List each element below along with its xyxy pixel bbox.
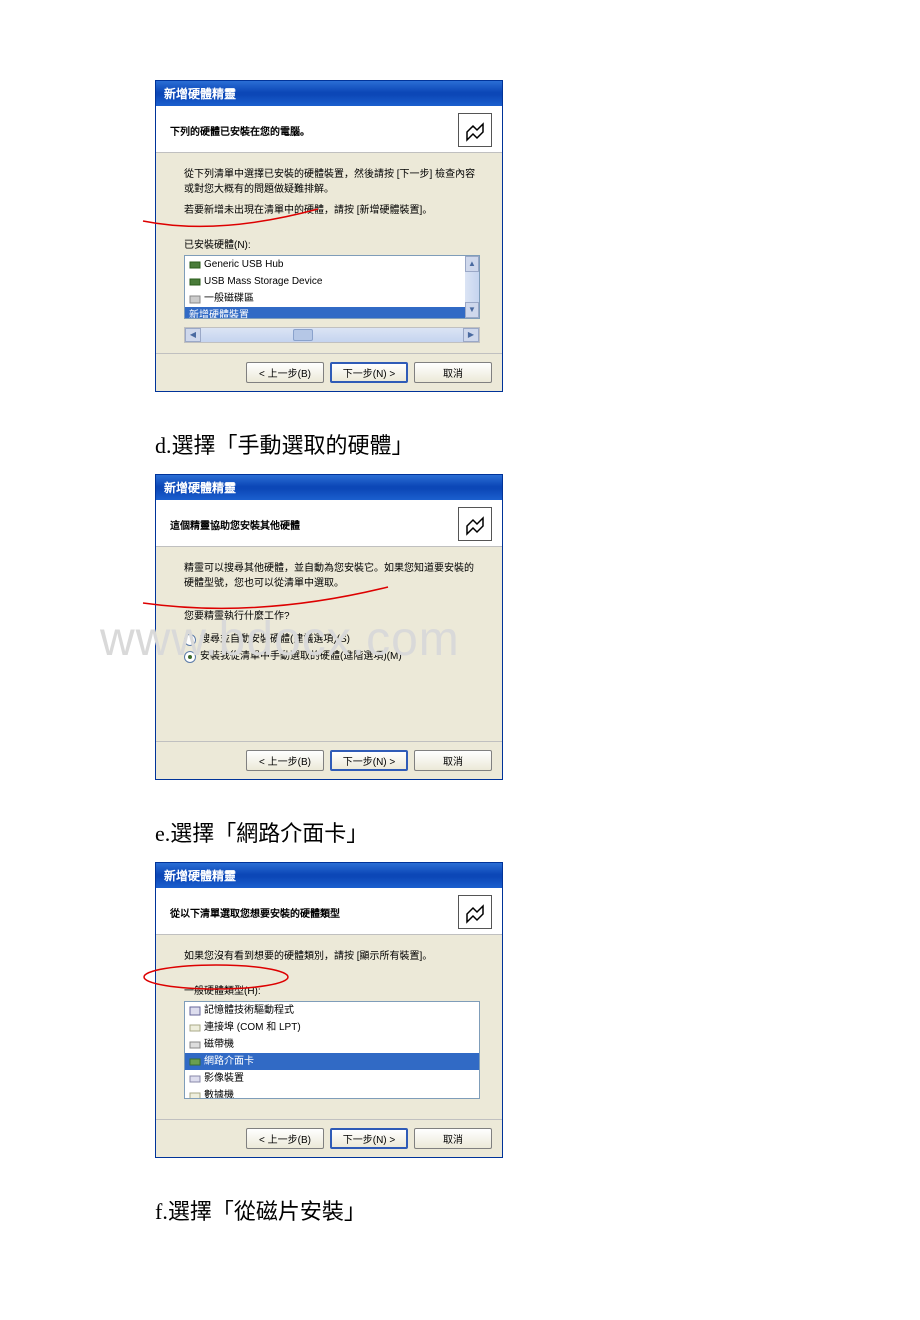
question-label: 您要精靈執行什麼工作? xyxy=(184,609,480,624)
hardware-icon xyxy=(458,507,492,541)
list-item[interactable]: 一般磁碟區 xyxy=(185,290,479,307)
wizard-header: 下列的硬體已安裝在您的電腦。 xyxy=(156,106,502,153)
scroll-right-icon[interactable]: ▶ xyxy=(463,328,479,342)
list-label: 已安裝硬體(N): xyxy=(184,238,480,253)
list-item[interactable]: 數據機 xyxy=(185,1087,479,1099)
instruction-1: 精靈可以搜尋其他硬體，並自動為您安裝它。如果您知道要安裝的硬體型號，您也可以從清… xyxy=(184,561,480,591)
memory-icon xyxy=(189,1005,201,1017)
back-button[interactable]: < 上一步(B) xyxy=(246,750,324,771)
list-item[interactable]: 影像裝置 xyxy=(185,1070,479,1087)
header-text: 下列的硬體已安裝在您的電腦。 xyxy=(170,123,310,138)
radio-label: 搜尋並自動安裝硬體(建議選項)(S) xyxy=(200,632,350,647)
port-icon xyxy=(189,1022,201,1034)
list-item-label: 磁帶機 xyxy=(204,1037,234,1052)
radio-icon xyxy=(184,651,196,663)
list-item[interactable]: 磁帶機 xyxy=(185,1036,479,1053)
wizard-header: 這個精靈協助您安裝其他硬體 xyxy=(156,500,502,547)
wizard-body: 從下列清單中選擇已安裝的硬體裝置，然後請按 [下一步] 檢查內容或對您大概有的問… xyxy=(156,153,502,353)
list-item-label: 一般磁碟區 xyxy=(204,291,254,306)
wizard-footer: < 上一步(B) 下一步(N) > 取消 xyxy=(156,1119,502,1157)
wizard-select-hardware-type: 新增硬體精靈 從以下清單選取您想要安裝的硬體類型 如果您沒有看到想要的硬體類別，… xyxy=(155,862,503,1158)
scroll-down-icon[interactable]: ▼ xyxy=(465,302,479,318)
list-item[interactable]: USB Mass Storage Device xyxy=(185,273,479,290)
list-item[interactable]: 記憶體技術驅動程式 xyxy=(185,1002,479,1019)
network-icon xyxy=(189,1056,201,1068)
wizard-installed-hardware: 新增硬體精靈 下列的硬體已安裝在您的電腦。 從下列清單中選擇已安裝的硬體裝置，然… xyxy=(155,80,503,392)
next-button[interactable]: 下一步(N) > xyxy=(330,362,408,383)
list-item-label: 記憶體技術驅動程式 xyxy=(204,1003,294,1018)
list-item[interactable]: Generic USB Hub xyxy=(185,256,479,273)
back-button[interactable]: < 上一步(B) xyxy=(246,362,324,383)
header-text: 從以下清單選取您想要安裝的硬體類型 xyxy=(170,905,340,920)
list-item-label: USB Mass Storage Device xyxy=(204,274,322,289)
list-item-label: 連接埠 (COM 和 LPT) xyxy=(204,1020,301,1035)
scroll-left-icon[interactable]: ◀ xyxy=(185,328,201,342)
imaging-icon xyxy=(189,1073,201,1085)
scroll-up-icon[interactable]: ▲ xyxy=(465,256,479,272)
hardware-icon xyxy=(458,895,492,929)
list-item-label: 數據機 xyxy=(204,1088,234,1099)
wizard-body: 精靈可以搜尋其他硬體，並自動為您安裝它。如果您知道要安裝的硬體型號，您也可以從清… xyxy=(156,547,502,741)
list-label: 一般硬體類型(H): xyxy=(184,984,480,999)
disk-icon xyxy=(189,293,201,305)
back-button[interactable]: < 上一步(B) xyxy=(246,1128,324,1149)
hardware-type-listbox[interactable]: 記憶體技術驅動程式 連接埠 (COM 和 LPT) 磁帶機 網路介面卡 影像裝置 xyxy=(184,1001,480,1099)
radio-auto-search[interactable]: 搜尋並自動安裝硬體(建議選項)(S) xyxy=(184,632,480,647)
titlebar: 新增硬體精靈 xyxy=(156,863,502,888)
radio-icon xyxy=(184,634,196,646)
wizard-header: 從以下清單選取您想要安裝的硬體類型 xyxy=(156,888,502,935)
wizard-body: 如果您沒有看到想要的硬體類別，請按 [顯示所有裝置]。 一般硬體類型(H): 記… xyxy=(156,935,502,1119)
next-button[interactable]: 下一步(N) > xyxy=(330,750,408,771)
modem-icon xyxy=(189,1090,201,1100)
usb-icon xyxy=(189,259,201,271)
cancel-button[interactable]: 取消 xyxy=(414,362,492,383)
caption-e: e.選擇「網路介面卡」 xyxy=(155,816,765,848)
radio-label: 安裝我從清單中手動選取的硬體(進階選項)(M) xyxy=(200,649,402,664)
list-item-network-adapter[interactable]: 網路介面卡 xyxy=(185,1053,479,1070)
list-item-label: 新增硬體裝置 xyxy=(189,308,249,319)
caption-d: d.選擇「手動選取的硬體」 xyxy=(155,428,765,460)
list-item-label: Generic USB Hub xyxy=(204,257,283,272)
list-item-add-hardware[interactable]: 新增硬體裝置 xyxy=(185,307,479,319)
installed-hardware-listbox[interactable]: Generic USB Hub USB Mass Storage Device … xyxy=(184,255,480,319)
cancel-button[interactable]: 取消 xyxy=(414,750,492,771)
titlebar: 新增硬體精靈 xyxy=(156,475,502,500)
usb-icon xyxy=(189,276,201,288)
wizard-install-other-hardware: 新增硬體精靈 這個精靈協助您安裝其他硬體 精靈可以搜尋其他硬體，並自動為您安裝它… xyxy=(155,474,503,780)
instruction-1: 從下列清單中選擇已安裝的硬體裝置，然後請按 [下一步] 檢查內容或對您大概有的問… xyxy=(184,167,480,197)
next-button[interactable]: 下一步(N) > xyxy=(330,1128,408,1149)
header-text: 這個精靈協助您安裝其他硬體 xyxy=(170,517,300,532)
vertical-scrollbar[interactable]: ▲ ▼ xyxy=(465,256,479,318)
tape-icon xyxy=(189,1039,201,1051)
horizontal-scrollbar[interactable]: ◀ ▶ xyxy=(184,327,480,343)
list-item[interactable]: 連接埠 (COM 和 LPT) xyxy=(185,1019,479,1036)
instruction-2: 若要新增未出現在清單中的硬體，請按 [新增硬體裝置]。 xyxy=(184,203,480,218)
radio-manual-select[interactable]: 安裝我從清單中手動選取的硬體(進階選項)(M) xyxy=(184,649,480,664)
list-item-label: 網路介面卡 xyxy=(204,1054,254,1069)
cancel-button[interactable]: 取消 xyxy=(414,1128,492,1149)
hardware-icon xyxy=(458,113,492,147)
instruction-1: 如果您沒有看到想要的硬體類別，請按 [顯示所有裝置]。 xyxy=(184,949,480,964)
caption-f: f.選擇「從磁片安裝」 xyxy=(155,1194,765,1226)
titlebar: 新增硬體精靈 xyxy=(156,81,502,106)
wizard-footer: < 上一步(B) 下一步(N) > 取消 xyxy=(156,741,502,779)
list-item-label: 影像裝置 xyxy=(204,1071,244,1086)
wizard-footer: < 上一步(B) 下一步(N) > 取消 xyxy=(156,353,502,391)
